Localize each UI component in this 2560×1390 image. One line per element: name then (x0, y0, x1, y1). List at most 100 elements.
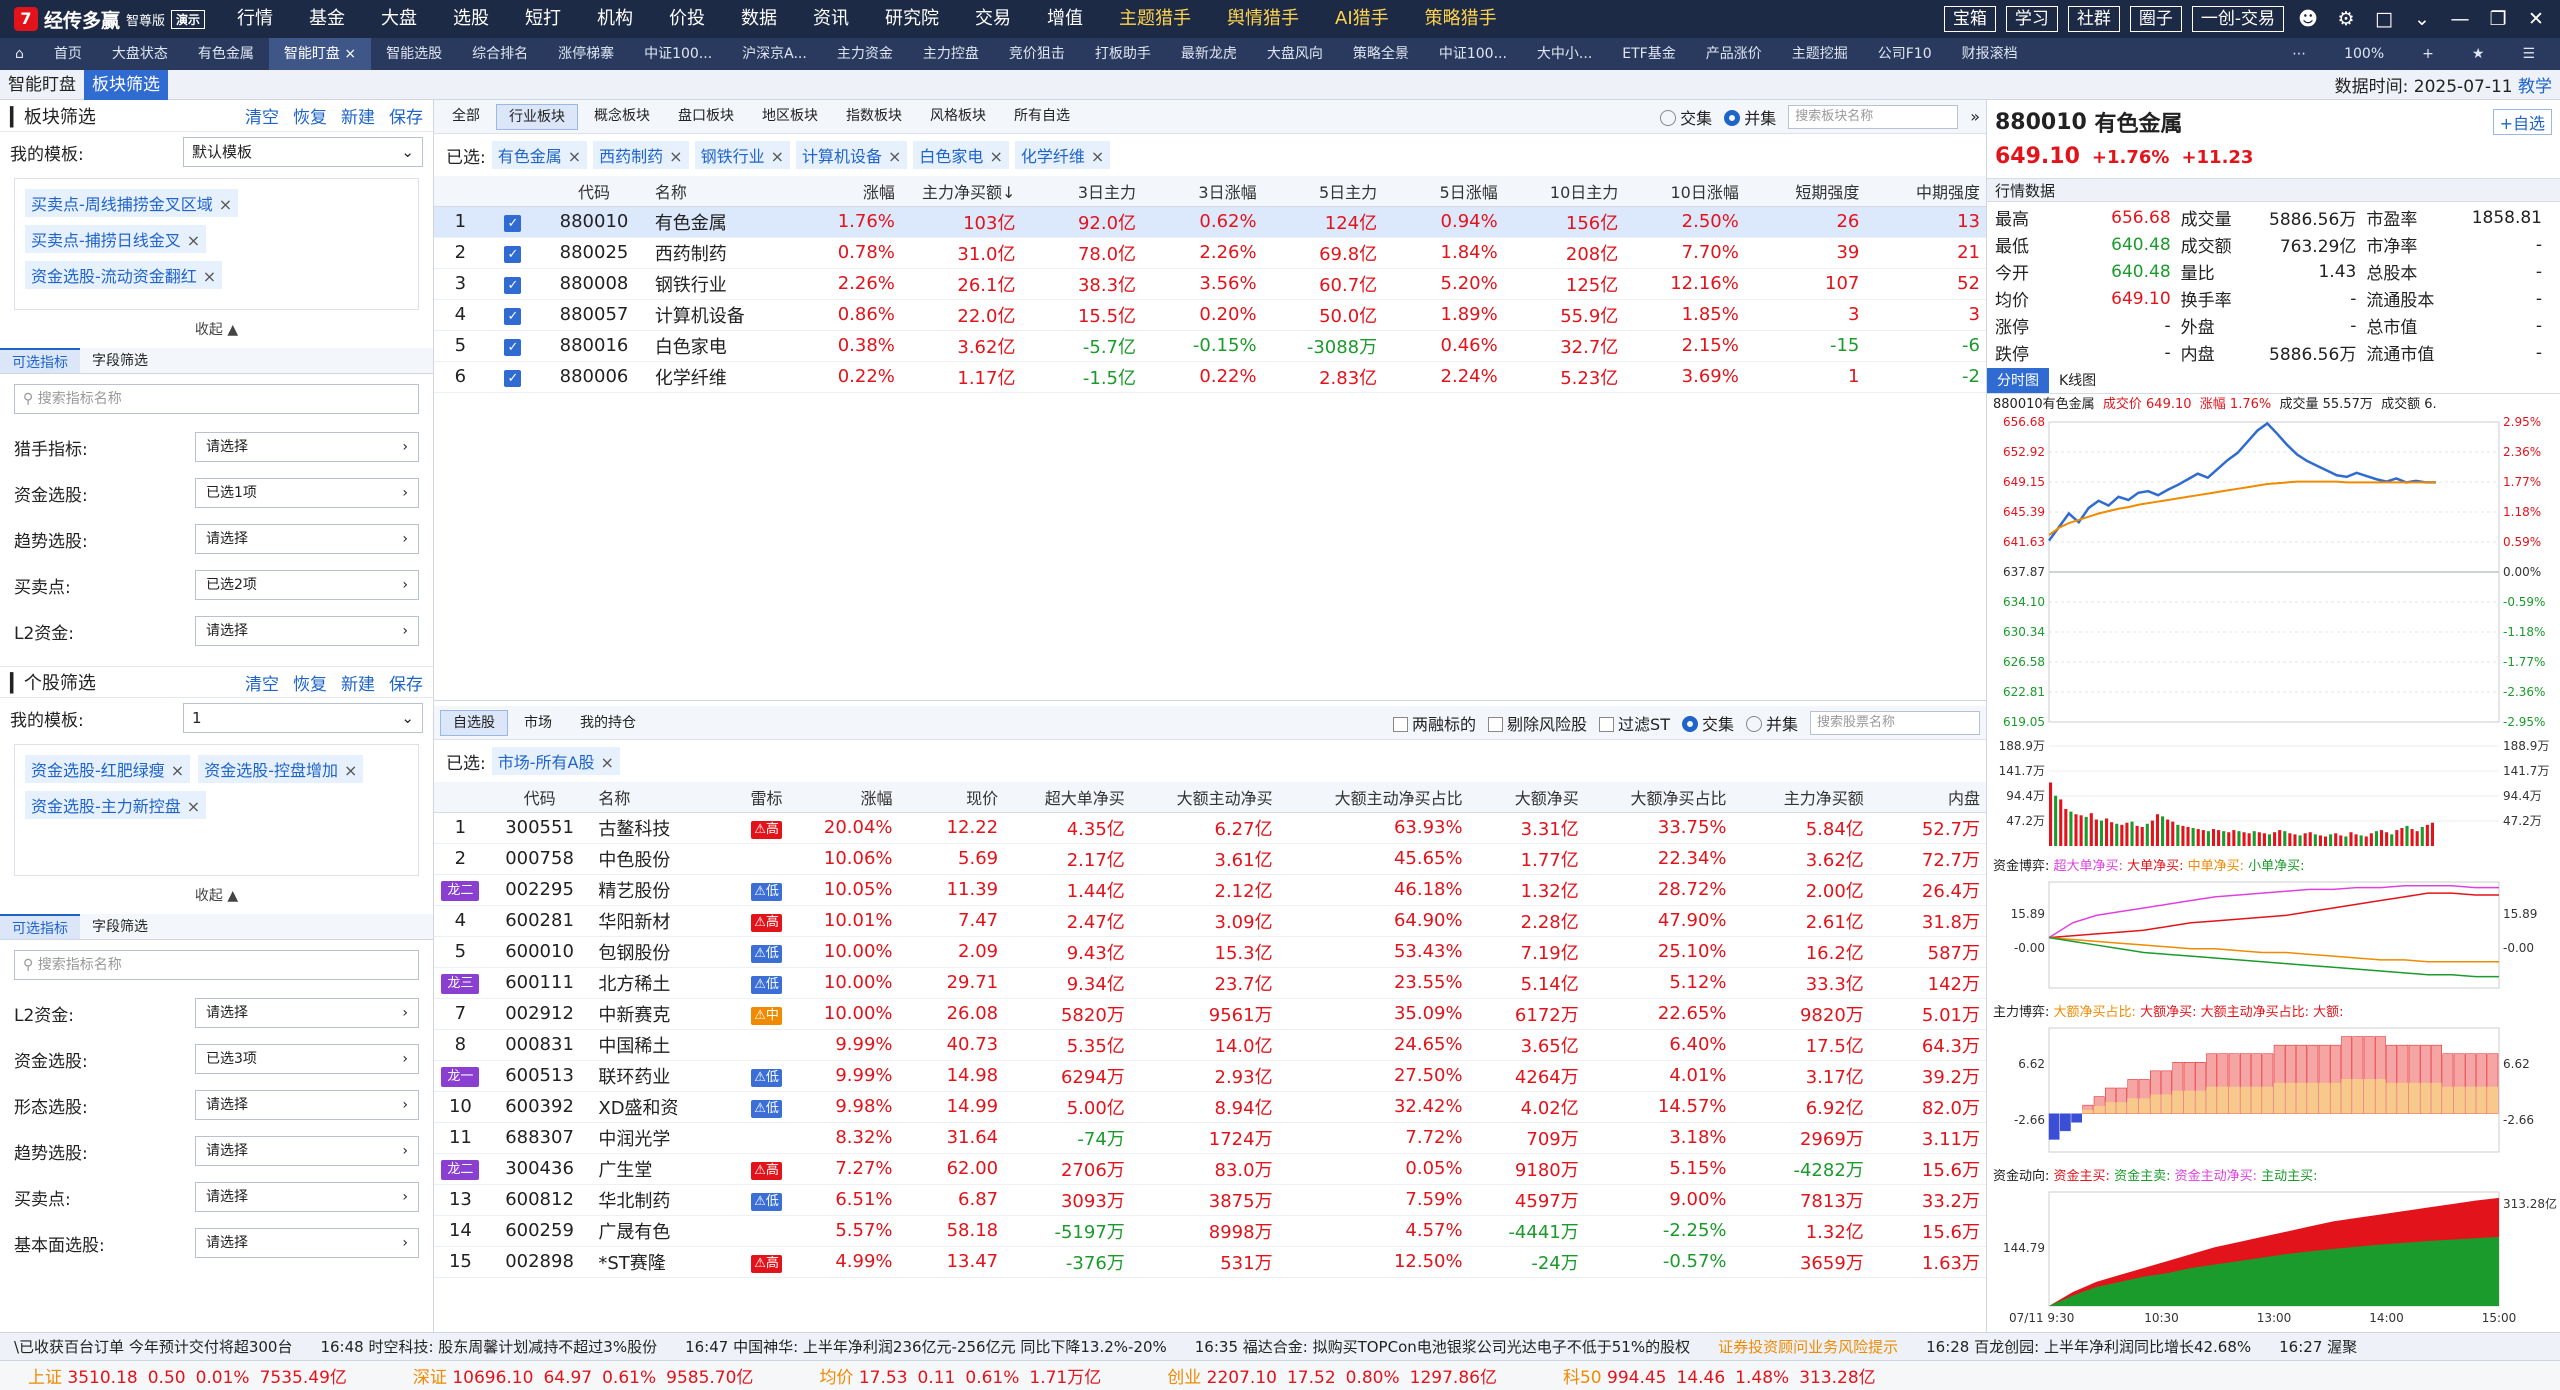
menu-item-12[interactable]: 主题猎手 (1101, 0, 1209, 38)
tab-market[interactable]: 市场 (512, 711, 564, 735)
table-row[interactable]: 8 000831 中国稀土 9.99% 40.73 5.35亿 14.0亿 24.65% 3.6… (434, 1029, 1986, 1061)
sector-type-tab[interactable]: 地区板块 (750, 104, 830, 130)
community-button[interactable]: 社群 (2067, 6, 2120, 32)
stock-col-header[interactable]: 大额主动净买 (1130, 782, 1279, 813)
menu-item-9[interactable]: 研究院 (867, 0, 957, 38)
news-item[interactable]: 16:27 渥聚 (2265, 1336, 2371, 1357)
table-row[interactable]: 6 ✓ 880006 化学纤维 0.22% 1.17亿 -1.5亿 0.22% 2.83亿 2.2… (434, 361, 1986, 393)
thunder-badge[interactable]: ⚠低 (751, 1068, 782, 1087)
row-checkbox[interactable]: ✓ (504, 308, 522, 325)
menu-item-5[interactable]: 机构 (579, 0, 651, 38)
new-button[interactable]: 新建 (341, 670, 375, 695)
expand-icon[interactable]: » (1970, 107, 1980, 126)
menu-item-0[interactable]: 行情 (219, 0, 291, 38)
table-row[interactable]: 15 002898 *ST赛隆 ⚠高 4.99% 13.47 -376万 531万 12.50%… (434, 1246, 1986, 1278)
page-tab-0[interactable]: 首页 (39, 38, 97, 70)
sector-col-header[interactable]: 短期强度 (1744, 176, 1866, 207)
sector-col-header[interactable]: 3日涨幅 (1142, 176, 1263, 207)
tab-sector-filter[interactable]: 板块筛选 (84, 69, 168, 100)
thunder-badge[interactable]: ⚠高 (751, 820, 782, 839)
circle-button[interactable]: 圈子 (2129, 6, 2182, 32)
intraday-chart[interactable]: 656.68 2.95% 652.92 2.36% 649.15 1.77% 645.39 1… (1987, 415, 2560, 852)
fund-flow-chart[interactable]: 313.28亿 144.79 07/11 9:30 10:30 13:00 14:00 15… (1987, 1188, 2560, 1332)
criteria-picker[interactable]: 请选择 › (195, 524, 419, 554)
close-icon[interactable]: × (344, 761, 357, 780)
page-tab-11[interactable]: 竞价狙击 (994, 38, 1080, 70)
index-quote[interactable]: 上证 3510.18 0.50 0.01% 7535.49亿 (0, 1363, 385, 1388)
news-item[interactable]: 证券投资顾问业务风险提示 (1704, 1336, 1912, 1357)
page-tab-3[interactable]: 智能盯盘 × (268, 38, 372, 70)
page-tab-10[interactable]: 主力控盘 (908, 38, 994, 70)
learn-button[interactable]: 学习 (2005, 6, 2058, 32)
close-icon[interactable]: ✕ (2522, 8, 2550, 30)
save-button[interactable]: 保存 (389, 670, 423, 695)
more-icon[interactable]: ⋯ (2277, 38, 2321, 70)
news-item[interactable]: 16:48 时空科技: 股东周馨计划减持不超过3%股份 (306, 1336, 671, 1357)
user-icon[interactable]: ☻ (2294, 8, 2322, 30)
page-tab-9[interactable]: 主力资金 (822, 38, 908, 70)
main-game-chart[interactable]: 6.62 -2.66 6.62 -2.66 (1987, 1024, 2560, 1162)
close-icon[interactable]: × (187, 797, 200, 816)
stock-name[interactable]: 广生堂 (592, 1153, 730, 1185)
page-tab-7[interactable]: 中证100... (629, 38, 727, 70)
table-row[interactable]: 龙二 002295 精艺股份 ⚠低 10.05% 11.39 1.44亿 2.12亿 46.18… (434, 874, 1986, 906)
stock-name[interactable]: XD盛和资 (592, 1091, 730, 1123)
stock-name[interactable]: 中国稀土 (592, 1029, 730, 1061)
close-icon[interactable]: × (771, 147, 784, 166)
star-icon[interactable]: ★ (2457, 38, 2500, 70)
tab-my-holdings[interactable]: 我的持仓 (568, 711, 648, 735)
news-item[interactable]: 16:28 百龙创园: 上半年净利润同比增长42.68% (1912, 1336, 2265, 1357)
index-quote[interactable]: 深证 10696.10 64.97 0.61% 9585.70亿 (385, 1363, 792, 1388)
table-row[interactable]: 4 ✓ 880057 计算机设备 0.86% 22.0亿 15.5亿 0.20% 50.0亿 1.… (434, 299, 1986, 331)
close-icon[interactable]: × (203, 267, 216, 286)
stock-col-header[interactable] (434, 782, 487, 813)
close-icon[interactable]: × (340, 46, 356, 62)
page-tab-21[interactable]: 公司F10 (1863, 38, 1947, 70)
restore-button[interactable]: 恢复 (293, 103, 327, 128)
index-quote[interactable]: 创业 2207.10 17.52 0.80% 1297.86亿 (1139, 1363, 1535, 1388)
app-logo[interactable]: 7 经传多赢 智尊版 演示 (0, 0, 219, 38)
news-item[interactable]: 16:35 福达合金: 拟购买TOPCon电池银浆公司光达电子不低于51%的股权 (1181, 1336, 1704, 1357)
mode-union[interactable]: 并集 (1745, 711, 1798, 735)
tab-field-filter[interactable]: 字段筛选 (80, 914, 160, 939)
news-ticker[interactable]: \已收获百台订单 今年预计交付将超300台 16:48 时空科技: 股东周馨计划减… (0, 1332, 2560, 1360)
table-row[interactable]: 7 002912 中新赛克 ⚠中 10.00% 26.08 5820万 9561万 35.09%… (434, 998, 1986, 1030)
home-icon[interactable]: ⌂ (0, 38, 39, 70)
sector-col-header[interactable]: 代码 (539, 176, 649, 207)
close-icon[interactable]: × (219, 195, 232, 214)
criteria-picker[interactable]: 请选择 › (195, 1090, 419, 1120)
table-row[interactable]: 14 600259 广晟有色 5.57% 58.18 -5197万 8998万 4.57% -4… (434, 1215, 1986, 1247)
filter-tag[interactable]: 资金选股-主力新控盘 × (25, 791, 207, 819)
chosen-tag[interactable]: 化学纤维 × (1014, 141, 1111, 169)
menu-item-15[interactable]: 策略猎手 (1407, 0, 1515, 38)
close-icon[interactable]: × (171, 761, 184, 780)
indicator-search-input[interactable]: ⚲ 搜索指标名称 (14, 384, 419, 414)
stock-name[interactable]: 中新赛克 (592, 998, 730, 1030)
thunder-badge[interactable]: ⚠低 (751, 882, 782, 901)
sector-col-header[interactable]: 中期强度 (1865, 176, 1986, 207)
page-tab-15[interactable]: 策略全景 (1338, 38, 1424, 70)
row-checkbox[interactable]: ✓ (504, 246, 522, 263)
table-row[interactable]: 2 ✓ 880025 西药制药 0.78% 31.0亿 78.0亿 2.26% 69.8亿 1.8… (434, 237, 1986, 269)
chosen-tag[interactable]: 西药制药 × (593, 141, 689, 169)
menu-item-2[interactable]: 大盘 (363, 0, 435, 38)
stock-name[interactable]: 包钢股份 (592, 936, 730, 968)
clear-button[interactable]: 清空 (245, 670, 279, 695)
sector-type-tab[interactable]: 盘口板块 (666, 104, 746, 130)
thunder-badge[interactable]: ⚠低 (751, 1099, 782, 1118)
close-icon[interactable]: × (568, 147, 581, 166)
tab-optional-indicators[interactable]: 可选指标 (0, 348, 80, 373)
index-quote[interactable]: 科50 994.45 14.46 1.48% 313.28亿 (1535, 1363, 1914, 1388)
criteria-picker[interactable]: 已选2项 › (195, 570, 419, 600)
trade-button[interactable]: 一创-交易 (2191, 6, 2284, 32)
menu-item-13[interactable]: 舆情猎手 (1209, 0, 1317, 38)
menu-item-1[interactable]: 基金 (291, 0, 363, 38)
stock-name[interactable]: 中色股份 (592, 843, 730, 875)
tab-kline[interactable]: K线图 (2049, 368, 2106, 393)
sector-template-select[interactable]: 默认模板 ⌄ (183, 137, 423, 167)
page-tab-1[interactable]: 大盘状态 (97, 38, 183, 70)
page-tab-12[interactable]: 打板助手 (1080, 38, 1166, 70)
chosen-tag[interactable]: 有色金属 × (491, 141, 588, 169)
stock-col-header[interactable]: 内盘 (1869, 782, 1986, 813)
criteria-picker[interactable]: 请选择 › (195, 1182, 419, 1212)
